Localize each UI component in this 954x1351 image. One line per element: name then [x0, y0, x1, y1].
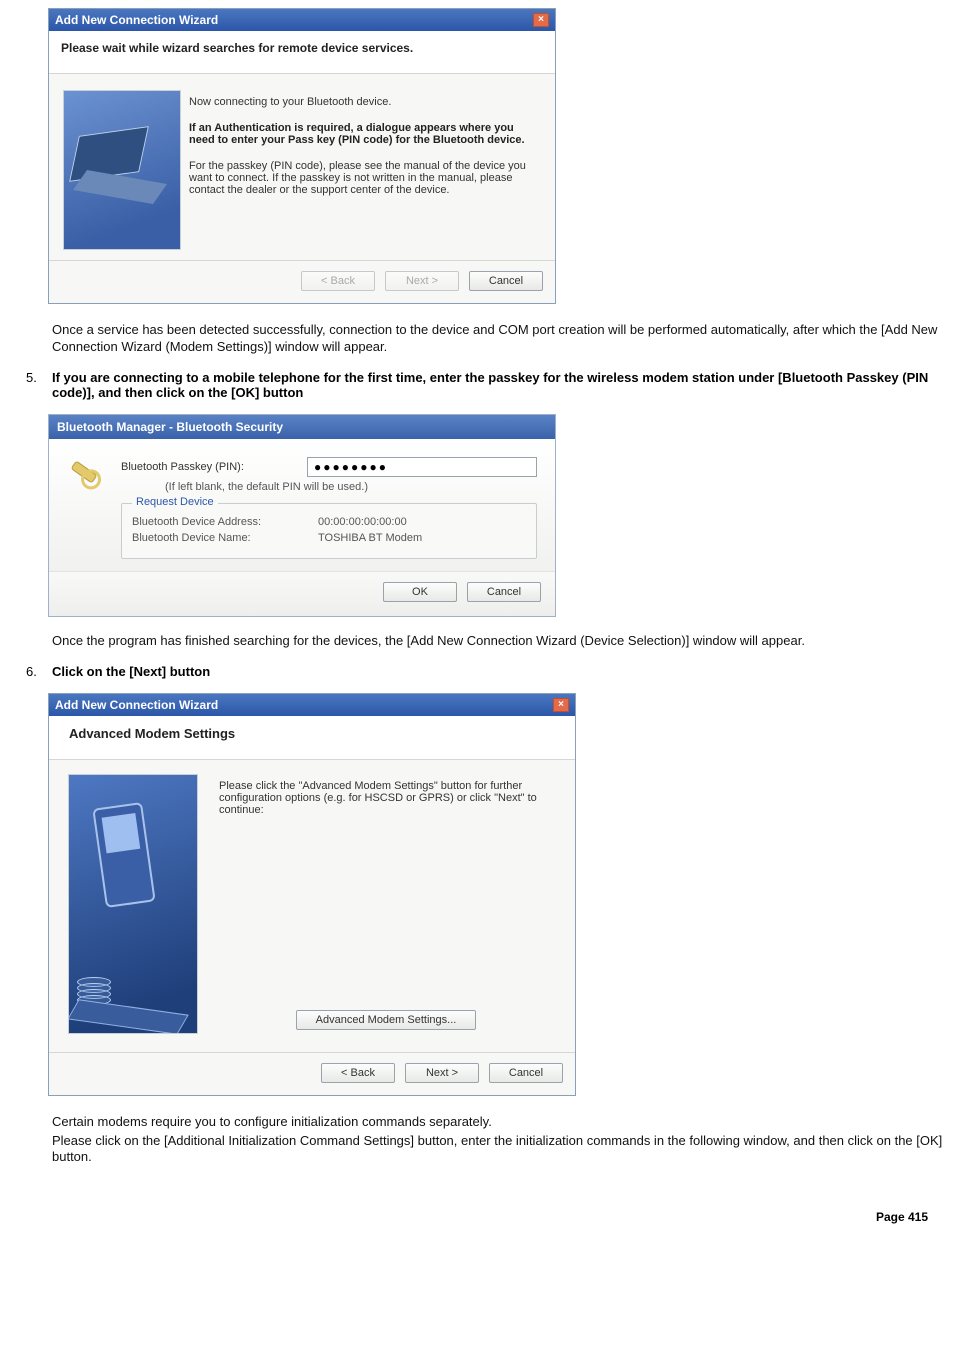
request-device-fieldset: Request Device Bluetooth Device Address:…: [121, 503, 537, 559]
modem-settings-text: Please click the "Advanced Modem Setting…: [219, 780, 553, 816]
window-title: Add New Connection Wizard: [55, 13, 218, 27]
passkey-help-text: For the passkey (PIN code), please see t…: [189, 160, 541, 196]
close-icon[interactable]: ×: [533, 13, 549, 27]
page-footer: Page 415: [8, 1180, 946, 1230]
security-titlebar: Bluetooth Manager - Bluetooth Security: [49, 415, 555, 439]
fieldset-legend: Request Device: [132, 496, 218, 508]
doc-paragraph-2: Once the program has finished searching …: [52, 633, 946, 650]
passkey-input[interactable]: [307, 457, 537, 477]
laptop-illustration: [63, 90, 181, 250]
step-number: 5.: [26, 370, 37, 385]
titlebar: Add New Connection Wizard ×: [49, 694, 575, 716]
security-body: Bluetooth Passkey (PIN): (If left blank,…: [49, 439, 555, 571]
wizard-subtitle: Please wait while wizard searches for re…: [49, 31, 555, 74]
device-address-value: 00:00:00:00:00:00: [318, 516, 407, 528]
device-name-label: Bluetooth Device Name:: [132, 532, 302, 544]
wizard-body: Now connecting to your Bluetooth device.…: [49, 74, 555, 260]
window-title: Add New Connection Wizard: [55, 698, 218, 712]
wizard-buttons: < Back Next > Cancel: [49, 1052, 575, 1095]
cancel-button[interactable]: Cancel: [467, 582, 541, 602]
wizard-illustration: [63, 90, 181, 250]
connecting-text: Now connecting to your Bluetooth device.: [189, 96, 541, 108]
wizard-modem-window: Add New Connection Wizard × Advanced Mod…: [48, 693, 576, 1096]
passkey-label: Bluetooth Passkey (PIN):: [121, 461, 291, 473]
device-name-value: TOSHIBA BT Modem: [318, 532, 422, 544]
step-number: 6.: [26, 664, 37, 679]
phone-illustration: [68, 774, 198, 1034]
back-button: < Back: [301, 271, 375, 291]
key-icon: [67, 457, 107, 497]
wizard-search-window: Add New Connection Wizard × Please wait …: [48, 8, 556, 304]
wizard-buttons: < Back Next > Cancel: [49, 260, 555, 303]
wizard-content: Please click the "Advanced Modem Setting…: [219, 774, 561, 1038]
step-6: 6. Click on the [Next] button: [8, 664, 946, 679]
step-text: Click on the [Next] button: [52, 664, 210, 679]
advanced-modem-settings-button[interactable]: Advanced Modem Settings...: [296, 1010, 476, 1030]
step-5: 5. If you are connecting to a mobile tel…: [8, 370, 946, 400]
doc-paragraph-1: Once a service has been detected success…: [52, 322, 946, 356]
step-text: If you are connecting to a mobile teleph…: [52, 370, 928, 400]
device-address-label: Bluetooth Device Address:: [132, 516, 302, 528]
doc-paragraph-3b: Please click on the [Additional Initiali…: [52, 1133, 946, 1167]
back-button[interactable]: < Back: [321, 1063, 395, 1083]
wizard-content: Now connecting to your Bluetooth device.…: [189, 90, 541, 250]
next-button: Next >: [385, 271, 459, 291]
passkey-hint: (If left blank, the default PIN will be …: [165, 481, 537, 493]
close-icon[interactable]: ×: [553, 698, 569, 712]
ok-button[interactable]: OK: [383, 582, 457, 602]
titlebar: Add New Connection Wizard ×: [49, 9, 555, 31]
security-buttons: OK Cancel: [49, 571, 555, 616]
auth-required-text: If an Authentication is required, a dial…: [189, 122, 541, 146]
wizard-body: Please click the "Advanced Modem Setting…: [49, 760, 575, 1052]
next-button[interactable]: Next >: [405, 1063, 479, 1083]
wizard-subtitle: Advanced Modem Settings: [49, 716, 575, 760]
wizard-illustration: [63, 774, 203, 1038]
cancel-button[interactable]: Cancel: [489, 1063, 563, 1083]
bluetooth-security-window: Bluetooth Manager - Bluetooth Security B…: [48, 414, 556, 617]
cancel-button[interactable]: Cancel: [469, 271, 543, 291]
doc-paragraph-3a: Certain modems require you to configure …: [52, 1114, 946, 1131]
